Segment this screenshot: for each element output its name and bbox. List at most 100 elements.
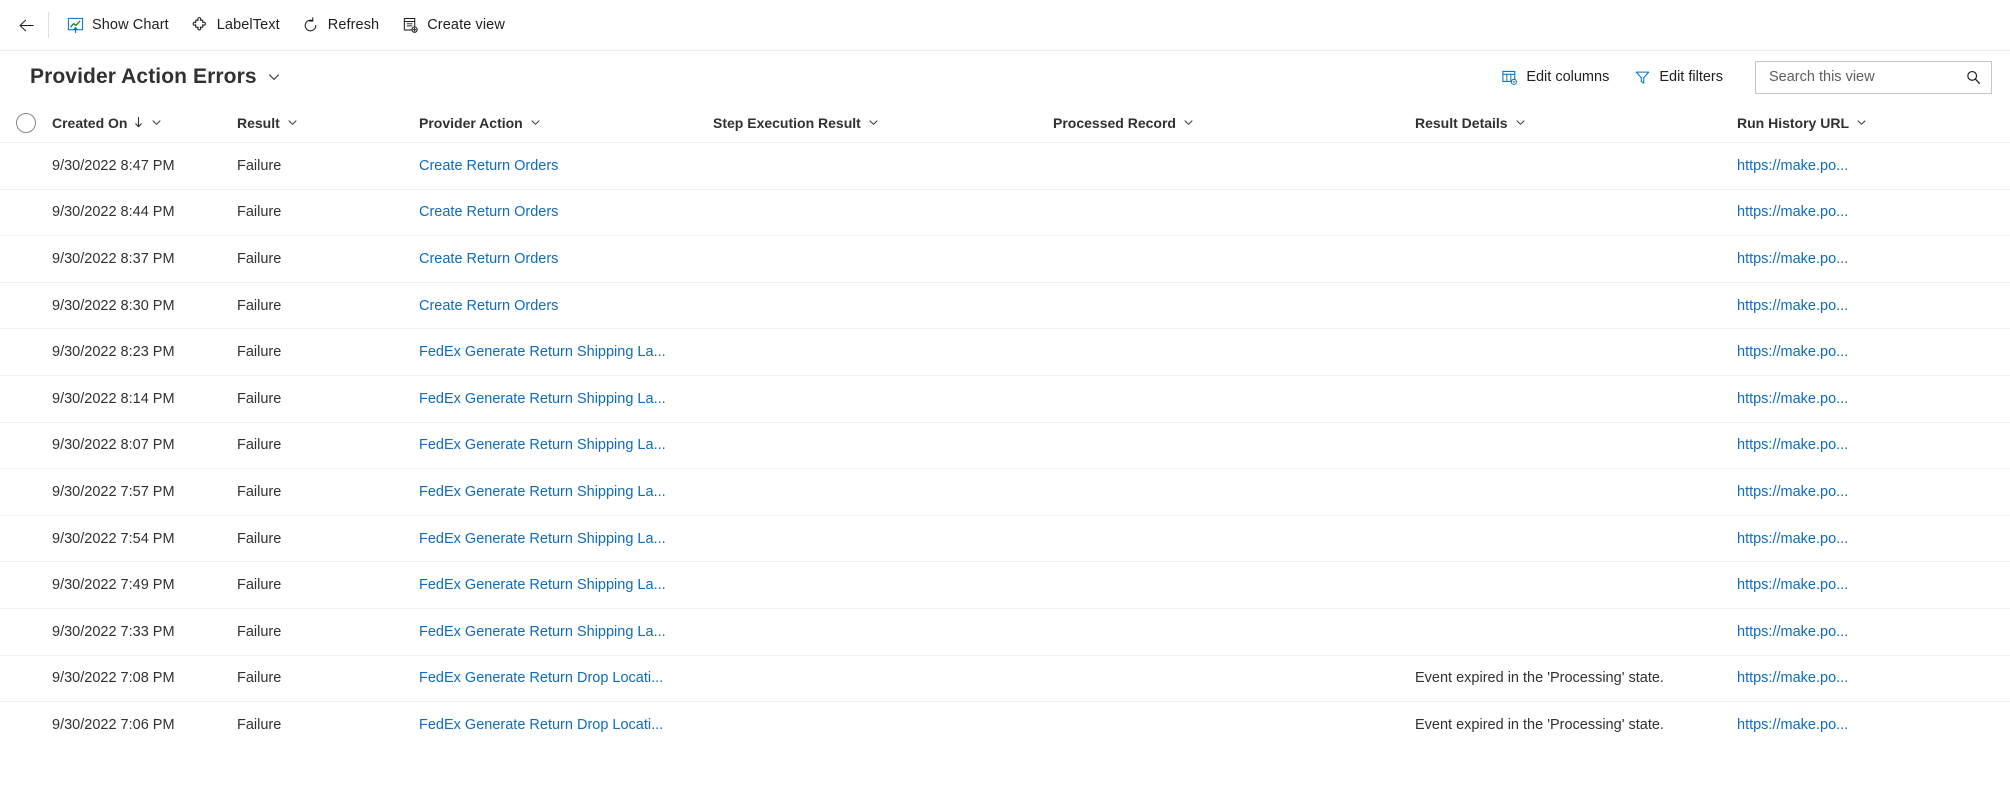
table-row[interactable]: 9/30/2022 8:47 PM Failure Create Return Or… [0,142,2010,189]
row-checkbox-icon[interactable] [16,389,36,409]
cell-run-history-url-text[interactable]: https://make.po... [1737,484,1848,500]
row-checkbox-icon[interactable] [16,575,36,595]
row-checkbox-icon[interactable] [16,435,36,455]
cell-run-history-url[interactable]: https://make.po... [1737,717,2007,733]
back-button[interactable] [8,7,44,43]
table-row[interactable]: 9/30/2022 8:23 PM Failure FedEx Generate R… [0,328,2010,375]
create-view-button[interactable]: Create view [390,7,516,43]
chevron-down-icon[interactable] [1515,117,1526,128]
table-row[interactable]: 9/30/2022 8:30 PM Failure Create Return Or… [0,281,2010,329]
cell-provider-action[interactable]: FedEx Generate Return Shipping La... [419,484,713,500]
search-box[interactable] [1755,60,1992,94]
column-header-run-history-url[interactable]: Run History URL [1737,115,2007,131]
labeltext-button[interactable]: LabelText [180,7,291,43]
cell-provider-action[interactable]: Create Return Orders [419,298,713,314]
column-header-processed-record[interactable]: Processed Record [1053,115,1415,131]
cell-run-history-url[interactable]: https://make.po... [1737,484,2007,500]
cell-provider-action[interactable]: FedEx Generate Return Shipping La... [419,531,713,547]
cell-provider-action-text[interactable]: FedEx Generate Return Shipping La... [419,391,666,407]
column-header-created-on[interactable]: Created On [52,115,237,131]
cell-run-history-url[interactable]: https://make.po... [1737,670,2007,686]
cell-run-history-url[interactable]: https://make.po... [1737,204,2007,220]
row-checkbox-icon[interactable] [16,529,36,549]
cell-provider-action-text[interactable]: FedEx Generate Return Shipping La... [419,531,666,547]
cell-run-history-url[interactable]: https://make.po... [1737,251,2007,267]
table-row[interactable]: 9/30/2022 8:14 PM Failure FedEx Generate R… [0,374,2010,422]
table-row[interactable]: 9/30/2022 8:44 PM Failure Create Return Or… [0,188,2010,236]
cell-provider-action-text[interactable]: FedEx Generate Return Shipping La... [419,437,666,453]
cell-run-history-url[interactable]: https://make.po... [1737,344,2007,360]
cell-run-history-url-text[interactable]: https://make.po... [1737,437,1848,453]
cell-provider-action-text[interactable]: FedEx Generate Return Shipping La... [419,344,666,360]
search-input[interactable] [1767,68,1963,86]
cell-run-history-url-text[interactable]: https://make.po... [1737,344,1848,360]
row-select-cell[interactable] [0,529,52,549]
cell-run-history-url-text[interactable]: https://make.po... [1737,158,1848,174]
refresh-button[interactable]: Refresh [291,7,390,43]
row-select-cell[interactable] [0,715,52,735]
table-row[interactable]: 9/30/2022 8:07 PM Failure FedEx Generate R… [0,421,2010,469]
cell-provider-action[interactable]: FedEx Generate Return Shipping La... [419,437,713,453]
cell-run-history-url-text[interactable]: https://make.po... [1737,391,1848,407]
row-checkbox-icon[interactable] [16,202,36,222]
cell-provider-action-text[interactable]: FedEx Generate Return Shipping La... [419,484,666,500]
cell-run-history-url[interactable]: https://make.po... [1737,391,2007,407]
cell-run-history-url[interactable]: https://make.po... [1737,577,2007,593]
edit-filters-button[interactable]: Edit filters [1623,60,1733,94]
column-header-result-details[interactable]: Result Details [1415,115,1737,131]
cell-run-history-url-text[interactable]: https://make.po... [1737,298,1848,314]
cell-provider-action[interactable]: FedEx Generate Return Drop Locati... [419,717,713,733]
select-all-circle-icon[interactable] [16,112,36,133]
cell-run-history-url[interactable]: https://make.po... [1737,298,2007,314]
cell-run-history-url[interactable]: https://make.po... [1737,437,2007,453]
table-row[interactable]: 9/30/2022 7:57 PM Failure FedEx Generate R… [0,468,2010,515]
cell-provider-action-text[interactable]: Create Return Orders [419,158,558,174]
cell-provider-action[interactable]: FedEx Generate Return Shipping La... [419,577,713,593]
table-row[interactable]: 9/30/2022 7:54 PM Failure FedEx Generate R… [0,514,2010,562]
column-header-result[interactable]: Result [237,115,419,131]
row-select-cell[interactable] [0,249,52,269]
chevron-down-icon[interactable] [1183,117,1194,128]
row-select-cell[interactable] [0,389,52,409]
cell-run-history-url-text[interactable]: https://make.po... [1737,204,1848,220]
table-row[interactable]: 9/30/2022 7:08 PM Failure FedEx Generate R… [0,654,2010,702]
cell-provider-action[interactable]: Create Return Orders [419,204,713,220]
row-select-cell[interactable] [0,622,52,642]
row-checkbox-icon[interactable] [16,249,36,269]
row-select-cell[interactable] [0,202,52,222]
chevron-down-icon[interactable] [287,117,298,128]
cell-run-history-url-text[interactable]: https://make.po... [1737,577,1848,593]
row-checkbox-icon[interactable] [16,482,36,502]
row-checkbox-icon[interactable] [16,296,36,316]
edit-columns-button[interactable]: Edit columns [1490,60,1619,94]
cell-run-history-url-text[interactable]: https://make.po... [1737,624,1848,640]
row-select-cell[interactable] [0,342,52,362]
view-selector[interactable]: Provider Action Errors [30,65,281,89]
cell-provider-action[interactable]: FedEx Generate Return Drop Locati... [419,670,713,686]
cell-provider-action[interactable]: FedEx Generate Return Shipping La... [419,391,713,407]
cell-provider-action-text[interactable]: Create Return Orders [419,204,558,220]
search-icon[interactable] [1963,67,1983,87]
row-checkbox-icon[interactable] [16,156,36,176]
cell-run-history-url[interactable]: https://make.po... [1737,531,2007,547]
cell-provider-action[interactable]: Create Return Orders [419,158,713,174]
table-row[interactable]: 9/30/2022 7:49 PM Failure FedEx Generate R… [0,561,2010,608]
table-row[interactable]: 9/30/2022 7:06 PM Failure FedEx Generate R… [0,701,2010,748]
row-select-cell[interactable] [0,296,52,316]
chevron-down-icon[interactable] [1856,117,1867,128]
cell-provider-action-text[interactable]: FedEx Generate Return Shipping La... [419,577,666,593]
cell-run-history-url[interactable]: https://make.po... [1737,624,2007,640]
cell-run-history-url-text[interactable]: https://make.po... [1737,251,1848,267]
column-header-provider-action[interactable]: Provider Action [419,115,713,131]
cell-run-history-url-text[interactable]: https://make.po... [1737,670,1848,686]
row-select-cell[interactable] [0,668,52,688]
row-checkbox-icon[interactable] [16,668,36,688]
table-row[interactable]: 9/30/2022 7:33 PM Failure FedEx Generate R… [0,607,2010,655]
cell-provider-action-text[interactable]: Create Return Orders [419,251,558,267]
table-row[interactable]: 9/30/2022 8:37 PM Failure Create Return Or… [0,235,2010,282]
cell-run-history-url[interactable]: https://make.po... [1737,158,2007,174]
chevron-down-icon[interactable] [530,117,541,128]
cell-provider-action[interactable]: FedEx Generate Return Shipping La... [419,344,713,360]
cell-provider-action[interactable]: Create Return Orders [419,251,713,267]
row-checkbox-icon[interactable] [16,622,36,642]
